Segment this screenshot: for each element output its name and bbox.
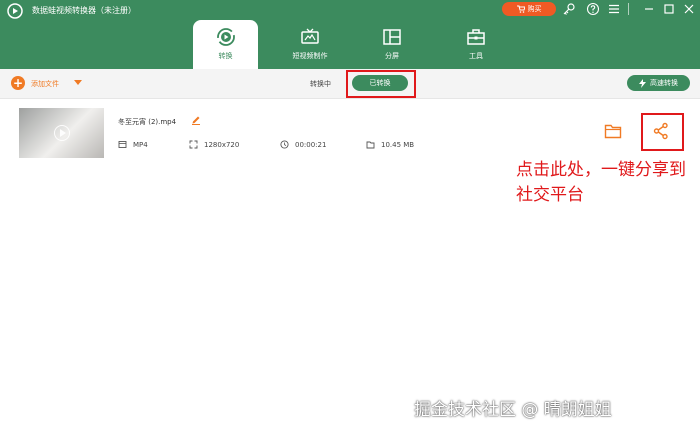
chevron-down-icon[interactable] xyxy=(74,80,82,85)
convert-icon xyxy=(216,28,235,46)
highlight-box-converted xyxy=(346,70,416,98)
video-format-icon xyxy=(118,141,127,148)
tab-convert[interactable]: 转换 xyxy=(193,20,258,69)
add-file-button[interactable]: 添加文件 xyxy=(31,79,59,89)
close-icon[interactable] xyxy=(682,2,696,16)
folder-icon[interactable] xyxy=(604,123,622,139)
file-size-value: 10.45 MB xyxy=(381,140,415,149)
app-window: 数据蛙视频转换器（未注册） 购买 转换 短视频制作 分屏 工具 + 添加文件 转… xyxy=(0,0,700,434)
fast-convert-button[interactable]: 高速转换 xyxy=(627,75,690,91)
buy-button[interactable]: 购买 xyxy=(502,2,556,16)
tab-short-video-label: 短视频制作 xyxy=(292,52,328,60)
fast-convert-label: 高速转换 xyxy=(650,79,678,87)
maximize-icon[interactable] xyxy=(662,2,676,16)
app-logo-icon xyxy=(7,3,23,19)
tv-icon xyxy=(301,28,319,44)
watermark: 掘金技术社区 @ 晴朗姐姐 xyxy=(414,400,612,420)
file-duration: 00:00:21 xyxy=(280,140,326,149)
divider xyxy=(628,3,629,15)
video-thumbnail[interactable] xyxy=(19,108,104,158)
tab-convert-label: 转换 xyxy=(218,52,233,60)
file-size-icon xyxy=(366,141,375,149)
split-screen-icon xyxy=(383,29,401,45)
lightning-icon xyxy=(639,78,646,88)
expand-icon xyxy=(189,140,198,149)
cart-icon xyxy=(516,5,525,13)
file-resolution: 1280x720 xyxy=(189,140,239,149)
key-icon[interactable] xyxy=(562,2,576,16)
add-file-icon[interactable]: + xyxy=(11,76,25,90)
menu-icon[interactable] xyxy=(607,2,621,16)
buy-label: 购买 xyxy=(527,5,542,13)
file-format: MP4 xyxy=(118,140,148,149)
file-resolution-value: 1280x720 xyxy=(204,140,240,149)
play-icon[interactable] xyxy=(54,125,70,141)
toolbox-icon xyxy=(467,29,485,45)
tab-tools-label: 工具 xyxy=(469,52,483,60)
app-title: 数据蛙视频转换器（未注册） xyxy=(32,6,136,15)
clock-icon xyxy=(280,140,289,149)
file-duration-value: 00:00:21 xyxy=(295,140,327,149)
tab-split-screen[interactable]: 分屏 xyxy=(368,20,416,69)
annotation-text: 点击此处，一键分享到社交平台 xyxy=(516,160,686,205)
tab-split-screen-label: 分屏 xyxy=(385,52,399,60)
help-icon[interactable] xyxy=(586,2,600,16)
tab-short-video[interactable]: 短视频制作 xyxy=(280,20,340,69)
tab-tools[interactable]: 工具 xyxy=(452,20,500,69)
tab-converting[interactable]: 转换中 xyxy=(310,79,331,89)
file-name: 冬至元宵 (2).mp4 xyxy=(118,118,177,126)
share-icon[interactable] xyxy=(652,122,670,140)
file-format-value: MP4 xyxy=(133,140,148,149)
file-size: 10.45 MB xyxy=(366,140,414,149)
title-bar: 数据蛙视频转换器（未注册） 购买 转换 短视频制作 分屏 工具 xyxy=(0,0,700,69)
edit-icon[interactable] xyxy=(191,115,201,125)
minimize-icon[interactable] xyxy=(642,2,656,16)
